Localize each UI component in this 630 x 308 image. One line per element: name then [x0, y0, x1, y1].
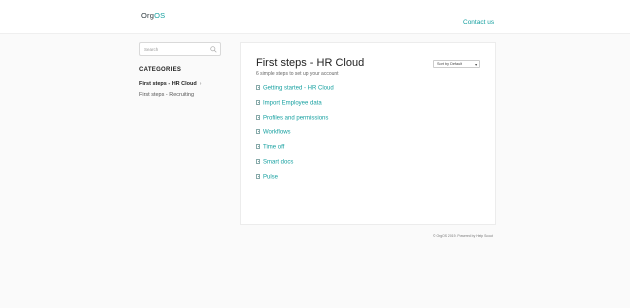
- article-link[interactable]: Getting started - HR Cloud: [256, 85, 334, 92]
- article-title: Pulse: [263, 174, 279, 181]
- sort-dropdown[interactable]: Sort by Default ▾: [433, 60, 480, 68]
- document-icon: [256, 144, 260, 149]
- category-item-recruiting[interactable]: First steps - Recruiting: [139, 92, 194, 98]
- page-title: First steps - HR Cloud: [256, 57, 365, 69]
- document-icon: [256, 159, 260, 164]
- categories-heading: CATEGORIES: [139, 67, 182, 73]
- search-box[interactable]: [139, 42, 221, 56]
- dropdown-arrow-icon: ▾: [475, 63, 477, 67]
- logo-os-text: OS: [154, 11, 166, 20]
- article-link[interactable]: Workflows: [256, 129, 291, 136]
- article-link[interactable]: Time off: [256, 144, 284, 151]
- article-link[interactable]: Profiles and permissions: [256, 115, 328, 122]
- footer-text: © OrgOS 2019. Powered by Help Scout: [433, 234, 493, 238]
- article-link[interactable]: Smart docs: [256, 159, 293, 166]
- document-icon: [256, 129, 260, 134]
- contact-us-link[interactable]: Contact us: [463, 19, 494, 26]
- search-input[interactable]: [144, 45, 208, 53]
- document-icon: [256, 100, 260, 105]
- article-title: Profiles and permissions: [263, 115, 329, 122]
- category-label: First steps - Recruiting: [139, 92, 195, 98]
- article-link[interactable]: Pulse: [256, 174, 278, 181]
- article-title: Getting started - HR Cloud: [263, 85, 334, 92]
- sort-label: Sort by Default: [437, 62, 463, 66]
- category-item-hr-cloud[interactable]: First steps - HR Cloud ›: [139, 81, 201, 87]
- document-icon: [256, 115, 260, 120]
- category-label: First steps - HR Cloud: [139, 81, 197, 87]
- article-title: Time off: [263, 144, 285, 151]
- article-title: Smart docs: [263, 159, 294, 166]
- page-subtitle: 6 simple steps to set up your account: [256, 71, 339, 77]
- site-header: OrgOS Contact us: [0, 0, 630, 34]
- document-icon: [256, 85, 260, 90]
- article-title: Import Employee data: [263, 100, 322, 107]
- article-title: Workflows: [263, 129, 291, 136]
- article-link[interactable]: Import Employee data: [256, 100, 322, 107]
- logo-org-text: Org: [141, 11, 155, 20]
- logo[interactable]: OrgOS: [141, 11, 165, 20]
- chevron-right-icon: ›: [199, 81, 202, 87]
- document-icon: [256, 174, 260, 179]
- search-icon[interactable]: [210, 46, 217, 53]
